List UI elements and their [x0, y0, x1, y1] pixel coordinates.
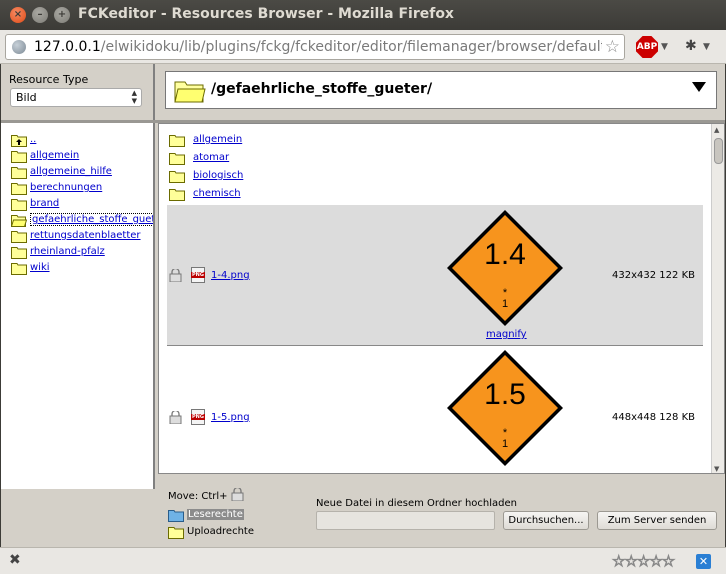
folder-icon: [11, 263, 27, 275]
firebug-icon[interactable]: ✱: [685, 38, 697, 54]
folder-link: allgemein: [193, 134, 243, 145]
rating-stars-icon[interactable]: ☆☆☆☆☆: [611, 552, 675, 571]
file-meta: 432x432 122 KB: [612, 270, 695, 281]
close-icon[interactable]: ✖: [9, 552, 21, 568]
folder-dropdown-icon[interactable]: [692, 82, 706, 92]
url-path: /elwikidoku/lib/plugins/fckg/fckeditor/e…: [100, 39, 611, 55]
window-maximize-button[interactable]: +: [54, 7, 70, 23]
folder-blue-icon: [168, 510, 184, 522]
resource-type-label: Resource Type: [9, 73, 89, 86]
folder-up-icon: [11, 135, 27, 147]
hazard-num-text: 1: [502, 438, 508, 450]
upload-label: Neue Datei in diesem Ordner hochladen: [316, 498, 517, 509]
resource-type-value: Bild: [16, 91, 37, 104]
resource-type-select[interactable]: Bild ▲ ▼: [10, 88, 142, 107]
tree-item-label: allgemeine_hilfe: [30, 166, 112, 177]
folder-icon: [169, 135, 185, 147]
file-list: allgemein atomar biologisch chemisch PNG 1-…: [158, 123, 725, 474]
adblock-icon[interactable]: ABP: [636, 36, 658, 58]
window-close-button[interactable]: ×: [10, 7, 26, 23]
resources-browser: Resource Type Bild ▲ ▼ /gefaehrliche_stof…: [1, 64, 725, 547]
bottom-panel: Move: Ctrl+ Leserechte Uploadrechte Neue…: [158, 474, 725, 547]
file-row: PNG 1-5.png 1.5 * 1 448x448 128 KB: [167, 346, 703, 473]
url-text[interactable]: 127.0.0.1/elwikidoku/lib/plugins/fckg/fc…: [34, 39, 611, 55]
scroll-up-icon[interactable]: ▲: [714, 126, 719, 134]
upload-submit-button[interactable]: Zum Server senden: [597, 511, 717, 530]
folder-tree: .. allgemein allgemeine_hilfe berechnungen b…: [1, 123, 155, 489]
lock-icon: [231, 486, 244, 502]
hazard-diamond-image[interactable]: 1.4 * 1: [445, 208, 565, 328]
folder-icon: [169, 171, 185, 183]
hazard-class-text: 1.4: [484, 238, 526, 271]
tree-item-label: allgemein: [30, 150, 80, 161]
lock-icon[interactable]: [169, 269, 182, 282]
lock-icon[interactable]: [169, 411, 182, 424]
adblock-dropdown-icon[interactable]: ▼: [661, 42, 668, 52]
tree-item-label: wiki: [30, 262, 50, 273]
tree-item-label: ..: [30, 134, 37, 145]
folder-link: biologisch: [193, 170, 244, 181]
browse-button[interactable]: Durchsuchen...: [503, 511, 589, 530]
folder-icon: [11, 231, 27, 243]
permission-read-label: Leserechte: [187, 509, 244, 520]
png-file-icon: PNG: [191, 409, 205, 425]
folder-icon: [11, 247, 27, 259]
folder-icon: [168, 527, 184, 539]
folder-icon: [11, 151, 27, 163]
scrollbar[interactable]: ▲ ▼: [711, 124, 724, 473]
permission-upload-label: Uploadrechte: [187, 526, 254, 537]
tree-item-label: rettungsdatenblaetter: [30, 230, 141, 241]
folder-link: atomar: [193, 152, 230, 163]
tree-item-label: brand: [30, 198, 60, 209]
window-minimize-button[interactable]: –: [32, 7, 48, 23]
file-link[interactable]: 1-4.png: [211, 270, 250, 281]
magnify-link[interactable]: magnify: [486, 329, 527, 340]
png-file-icon: PNG: [191, 267, 205, 283]
hazard-num-text: 1: [502, 298, 508, 310]
folder-icon: [169, 189, 185, 201]
folder-open-icon: [174, 81, 206, 103]
hazard-class-text: 1.5: [484, 378, 526, 411]
spinner-arrows-icon: ▲ ▼: [131, 89, 137, 105]
firebug-dropdown-icon[interactable]: ▼: [703, 42, 710, 52]
tree-item-label: rheinland-pfalz: [30, 246, 105, 257]
scroll-thumb[interactable]: [714, 138, 723, 164]
current-folder-header[interactable]: /gefaehrliche_stoffe_gueter/: [165, 71, 717, 109]
file-row: PNG 1-4.png 1.4 * 1 magnify 432x432 122 …: [167, 205, 703, 345]
folder-icon: [11, 199, 27, 211]
addon-icon[interactable]: ✕: [696, 554, 711, 569]
url-bar[interactable]: 127.0.0.1/elwikidoku/lib/plugins/fckg/fc…: [5, 34, 625, 60]
current-folder-path: /gefaehrliche_stoffe_gueter/: [211, 81, 433, 97]
folder-open-icon: [11, 215, 27, 227]
folder-icon: [11, 167, 27, 179]
status-bar: ✖ ☆☆☆☆☆ ✕: [0, 547, 726, 574]
folder-icon: [11, 183, 27, 195]
url-host: 127.0.0.1: [34, 39, 101, 55]
resource-type-panel: Resource Type Bild ▲ ▼: [1, 64, 155, 120]
folder-link: chemisch: [193, 188, 241, 199]
title-bar: × – + FCKeditor - Resources Browser - Mo…: [0, 0, 726, 30]
globe-icon: [12, 40, 26, 54]
tree-item-label: berechnungen: [30, 182, 103, 193]
scroll-down-icon[interactable]: ▼: [714, 465, 719, 473]
move-label: Move: Ctrl+: [168, 486, 244, 502]
hazard-diamond-image[interactable]: 1.5 * 1: [445, 348, 565, 468]
window-title: FCKeditor - Resources Browser - Mozilla …: [78, 6, 454, 22]
bookmark-star-icon[interactable]: ☆: [601, 37, 620, 57]
folder-icon: [169, 153, 185, 165]
file-link[interactable]: 1-5.png: [211, 412, 250, 423]
tree-item-label: gefaehrliche_stoffe_gueter: [30, 213, 153, 226]
file-meta: 448x448 128 KB: [612, 412, 695, 423]
upload-file-input[interactable]: [316, 511, 495, 530]
navigation-bar: 127.0.0.1/elwikidoku/lib/plugins/fckg/fc…: [0, 30, 726, 64]
